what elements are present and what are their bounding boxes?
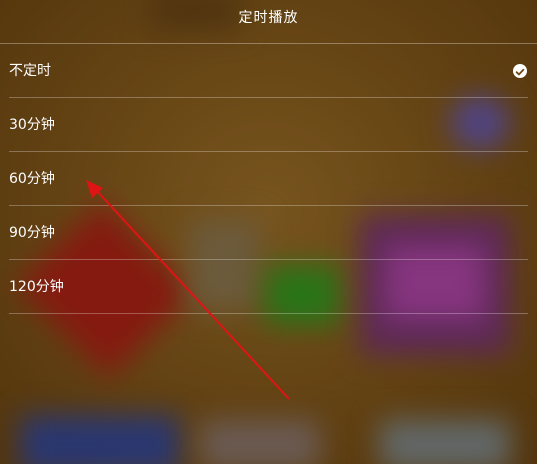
option-90-minutes[interactable]: 90分钟 [0, 206, 537, 260]
option-divider [9, 313, 528, 314]
option-label: 30分钟 [9, 117, 55, 133]
option-label: 120分钟 [9, 279, 64, 295]
checkmark-circle-icon [513, 64, 527, 78]
option-120-minutes[interactable]: 120分钟 [0, 260, 537, 314]
timer-options-sheet: 定时播放 不定时 30分钟 60分钟 90分钟 120分钟 [0, 0, 537, 464]
option-label: 60分钟 [9, 171, 55, 187]
sheet-title: 定时播放 [238, 10, 299, 26]
timer-sheet-screen: 定时播放 不定时 30分钟 60分钟 90分钟 120分钟 [0, 0, 537, 464]
option-30-minutes[interactable]: 30分钟 [0, 98, 537, 152]
option-60-minutes[interactable]: 60分钟 [0, 152, 537, 206]
option-no-timer[interactable]: 不定时 [0, 44, 537, 98]
option-label: 不定时 [9, 63, 51, 79]
option-label: 90分钟 [9, 225, 55, 241]
